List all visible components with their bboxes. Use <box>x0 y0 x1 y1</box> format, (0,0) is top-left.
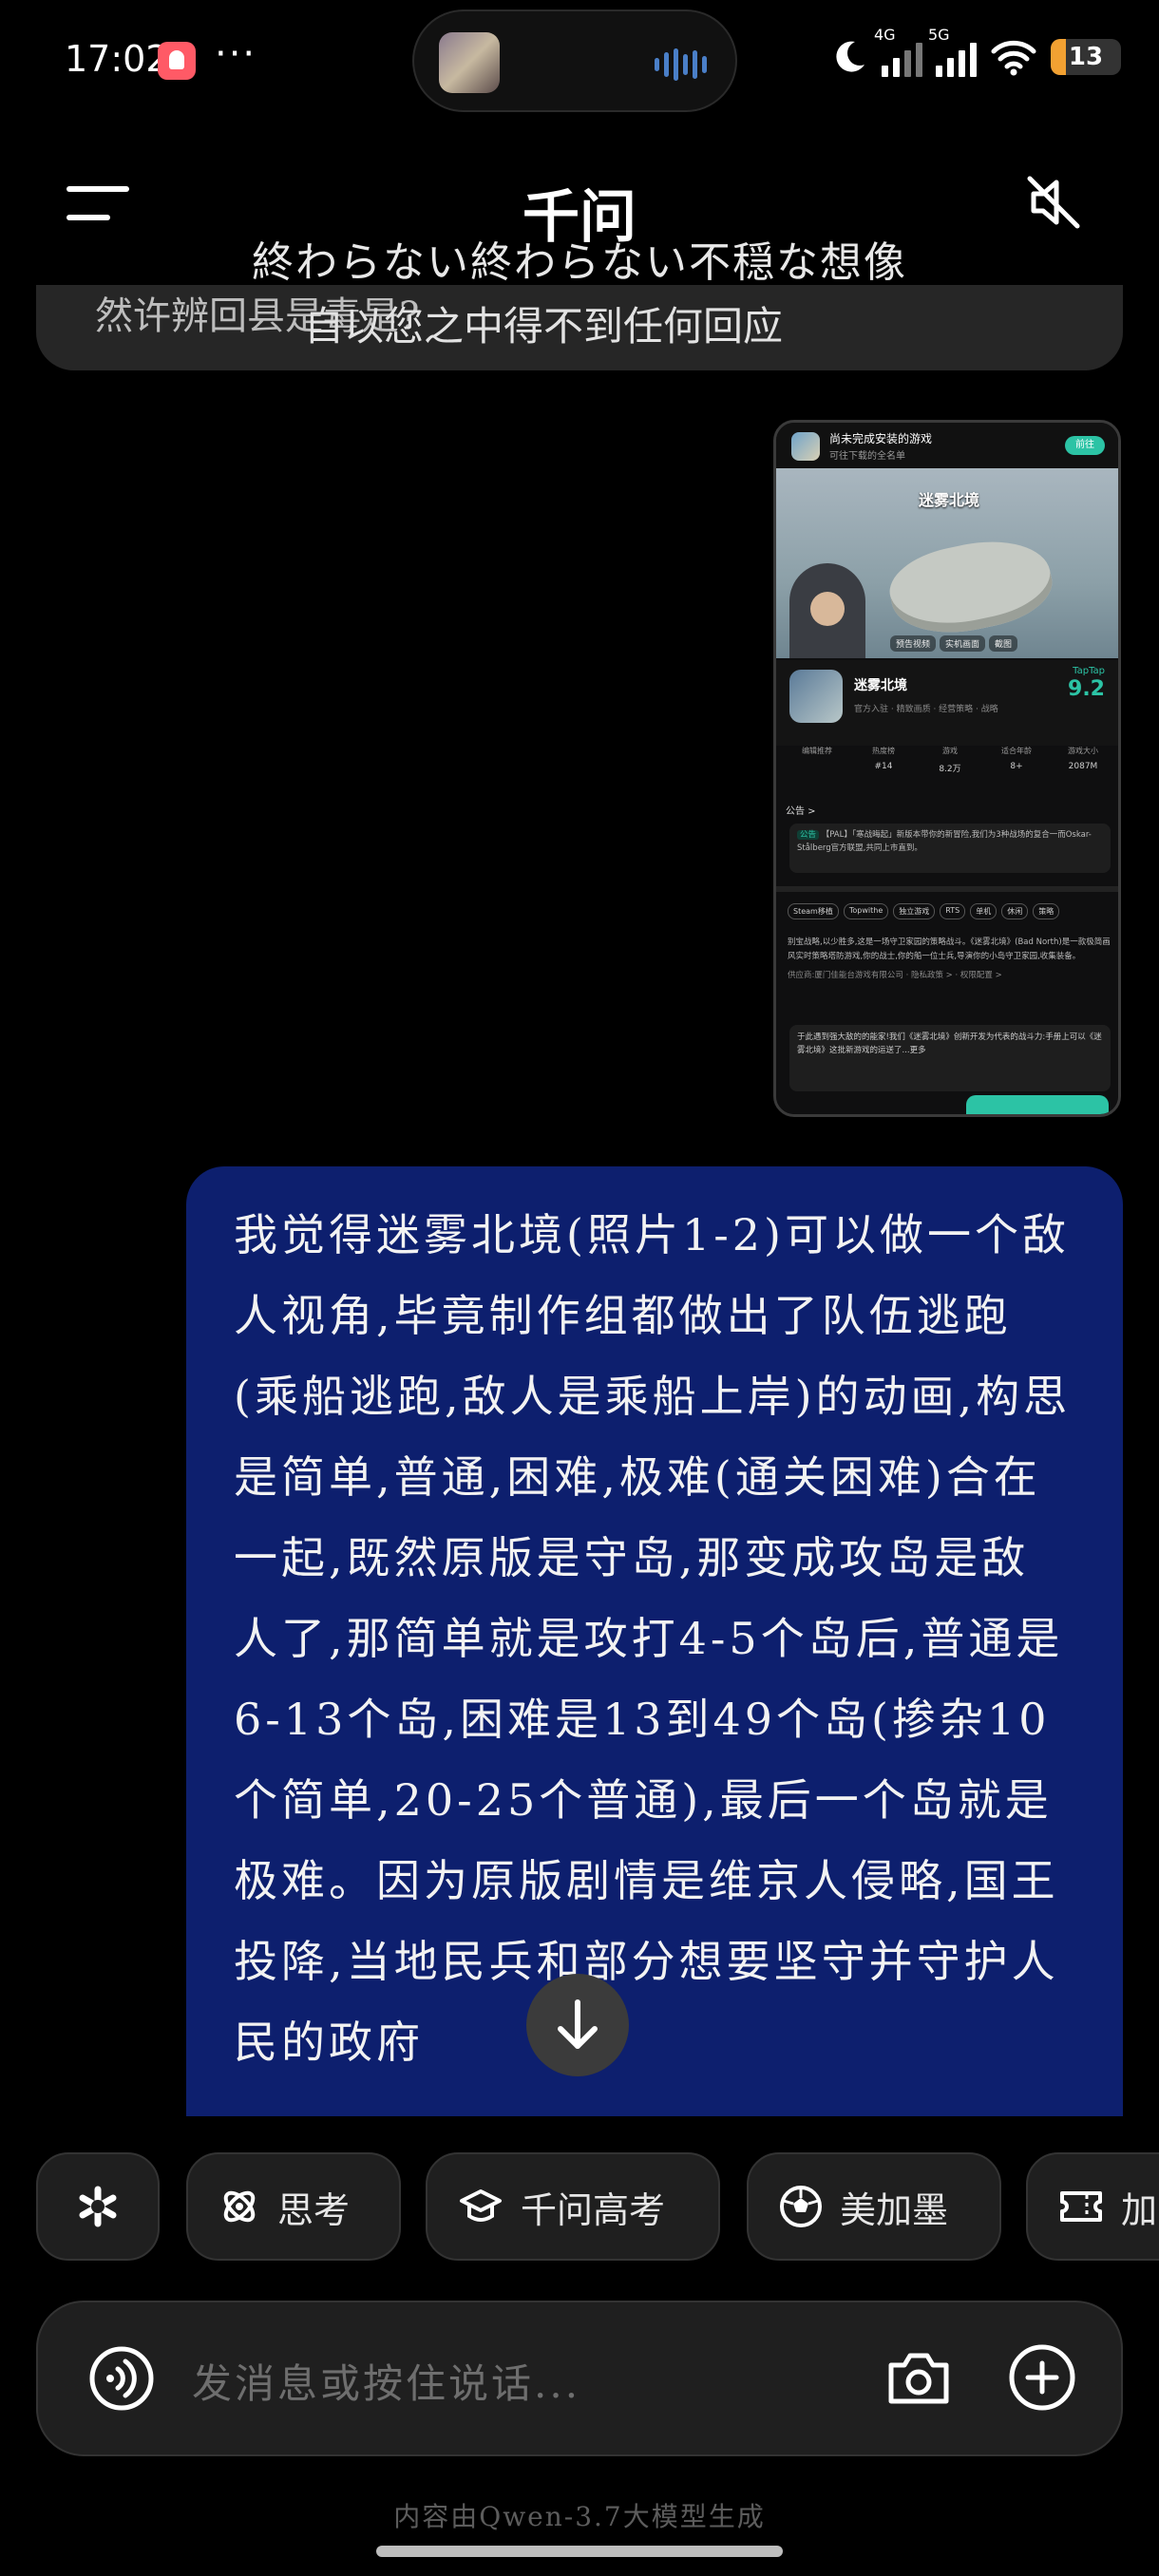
message-input-bar[interactable]: 发消息或按住说话... <box>36 2301 1123 2456</box>
shot-banner-tab: 实机画面 <box>940 635 986 652</box>
home-indicator[interactable] <box>376 2546 783 2557</box>
shot-tag: 休闲 <box>1001 903 1029 919</box>
shot-stat-value: 8.2万 <box>939 765 961 774</box>
quick-action-sparkle[interactable] <box>36 2152 160 2261</box>
signal-5g-icon: 5G <box>928 26 977 77</box>
shot-banner-tab: 预告视频 <box>890 635 937 652</box>
shot-tag: 策略 <box>1033 903 1060 919</box>
status-icons: 4G 5G 13 <box>830 26 1121 85</box>
shot-top-subtitle: 可往下载的全名单 <box>829 451 905 462</box>
shot-score: 9.2 <box>1068 677 1105 701</box>
shot-stat-key: 适合年龄 <box>1001 747 1032 755</box>
shot-stats: 编辑推荐 热度榜 #14 游戏 8.2万 适合年龄 8+ 游戏大小 2087M <box>786 746 1114 787</box>
shot-app-icon <box>791 432 820 461</box>
speaker-mute-icon[interactable] <box>1022 171 1085 234</box>
shot-stat-value: 2087M <box>1068 762 1098 771</box>
quick-action-label: 千问高考 <box>521 2188 666 2231</box>
shot-divider <box>776 886 1118 892</box>
quick-action-think[interactable]: 思考 <box>186 2152 401 2261</box>
voice-input-icon[interactable] <box>87 2344 156 2413</box>
shot-game-meta: 官方入驻 · 精致画质 · 经营策略 · 战略 <box>854 705 998 714</box>
dynamic-island[interactable] <box>412 9 737 112</box>
graduation-cap-icon <box>460 2189 502 2222</box>
quick-action-label: 加 <box>1121 2188 1158 2231</box>
shot-banner-image: 迷雾北境 预告视频 实机画面 截图 <box>776 468 1118 658</box>
more-notifications-icon: ··· <box>215 32 257 76</box>
media-thumbnail <box>439 32 500 93</box>
shot-download-button <box>966 1095 1109 1114</box>
shot-character-illustration <box>789 563 865 658</box>
shot-bottom-bar <box>776 1093 1118 1114</box>
shot-dev-line: 供应商:厦门佳能台游戏有限公司 · 隐私政策 > · 权限配置 > <box>788 970 1002 980</box>
camera-icon[interactable] <box>884 2342 954 2413</box>
audio-wave-icon <box>655 47 707 82</box>
shot-score-label: TapTap <box>1073 666 1105 676</box>
sparkle-icon <box>79 2186 117 2227</box>
status-bar: 17:02 ··· 4G 5G 13 <box>0 0 1159 123</box>
app-notification-icon <box>158 42 196 80</box>
quick-action-gaokao[interactable]: 千问高考 <box>426 2152 720 2261</box>
shot-tag: 独立游戏 <box>893 903 936 919</box>
message-input[interactable]: 发消息或按住说话... <box>192 2352 580 2410</box>
ai-generated-notice: 内容由Qwen-3.7大模型生成 <box>393 2501 766 2532</box>
ticket-icon <box>1060 2191 1102 2222</box>
shot-tag: 单机 <box>970 903 998 919</box>
shot-description-text: 别宝战略,以少胜多,这是一场守卫家园的策略战斗。《迷雾北境》(Bad North… <box>788 938 1111 962</box>
shot-banner-tab: 截图 <box>989 635 1018 652</box>
network-label-4g: 4G <box>874 26 896 44</box>
battery-icon: 13 <box>1051 39 1121 75</box>
shot-island-illustration <box>883 528 1059 646</box>
shot-banner-tabs: 预告视频 实机画面 截图 <box>890 635 1018 652</box>
scroll-to-bottom-button[interactable] <box>526 1974 629 2076</box>
shot-stat: 适合年龄 8+ <box>985 746 1048 787</box>
shot-game-icon <box>789 670 843 723</box>
soccer-ball-icon <box>780 2186 822 2227</box>
shot-tags: Steam移植 Topwithe 独立游戏 RTS 单机 休闲 策略 <box>788 903 1060 919</box>
network-label-5g: 5G <box>928 26 950 44</box>
shot-note-text: 【PAL】「寒战晦起」新版本带你的新冒险,我们为3种战场的复合一而Oskar-S… <box>797 830 1092 853</box>
shot-stat: 游戏 8.2万 <box>919 746 981 787</box>
shot-game-name: 迷雾北境 <box>854 678 907 693</box>
shot-top-bar: 尚未完成安装的游戏 可往下载的全名单 前往 <box>776 423 1118 468</box>
shot-bulletin-note: 公告 【PAL】「寒战晦起」新版本带你的新冒险,我们为3种战场的复合一而Oska… <box>789 824 1111 873</box>
shot-stat-key: 游戏 <box>942 747 958 755</box>
shot-note-tag: 公告 <box>797 830 820 840</box>
signal-4g-icon: 4G <box>874 26 922 77</box>
battery-level: 13 <box>1068 43 1104 71</box>
previous-message-text-2: 自以您之中得不到任何回应 <box>304 303 784 350</box>
shot-tag: RTS <box>940 903 966 919</box>
user-message-bubble[interactable]: 我觉得迷雾北境(照片1-2)可以做一个敌人视角,毕竟制作组都做出了队伍逃跑(乘船… <box>186 1166 1123 2116</box>
shot-bulletin-heading: 公告 > <box>786 806 816 817</box>
quick-action-label: 思考 <box>277 2188 351 2231</box>
think-icon <box>223 2190 256 2223</box>
shot-description: 别宝战略,以少胜多,这是一场守卫家园的策略战斗。《迷雾北境》(Bad North… <box>788 936 1112 983</box>
shot-stat-value: #14 <box>874 762 893 771</box>
shot-stat: 热度榜 #14 <box>852 746 915 787</box>
shot-stat-key: 游戏大小 <box>1068 747 1098 755</box>
video-subtitle: 終わらない終わらない不穏な想像 <box>252 238 907 287</box>
wifi-icon <box>991 40 1036 76</box>
shot-review-card: 于此遇到强大敌的的能家!我们《迷雾北境》创新开发为代表的战斗力:手册上可以《迷雾… <box>789 1025 1111 1091</box>
shot-stat: 编辑推荐 <box>786 746 848 787</box>
quick-action-label: 美加墨 <box>840 2188 949 2231</box>
shot-stat-value: 8+ <box>1010 762 1023 771</box>
status-time: 17:02 <box>65 38 169 80</box>
shot-banner-title: 迷雾北境 <box>919 491 980 509</box>
arrow-down-icon <box>558 1999 598 2049</box>
shot-tag: Steam移植 <box>788 903 839 919</box>
shot-tag: Topwithe <box>843 903 889 919</box>
attached-screenshot[interactable]: 尚未完成安装的游戏 可往下载的全名单 前往 迷雾北境 预告视频 实机画面 截图 … <box>773 420 1121 1117</box>
quick-action-more[interactable]: 加 <box>1026 2152 1159 2261</box>
shot-stat-key: 编辑推荐 <box>802 747 832 755</box>
shot-game-info: 迷雾北境 官方入驻 · 精致画质 · 经营策略 · 战略 TapTap 9.2 <box>776 660 1118 746</box>
add-attachment-icon[interactable] <box>1007 2342 1077 2413</box>
moon-icon <box>836 41 864 72</box>
shot-stat-key: 热度榜 <box>872 747 895 755</box>
user-message-text: 我觉得迷雾北境(照片1-2)可以做一个敌人视角,毕竟制作组都做出了队伍逃跑(乘船… <box>234 1209 1072 2068</box>
shot-open-button: 前往 <box>1065 436 1105 455</box>
shot-top-title: 尚未完成安装的游戏 <box>829 432 933 445</box>
quick-action-world-cup[interactable]: 美加墨 <box>747 2152 1001 2261</box>
shot-stat: 游戏大小 2087M <box>1052 746 1114 787</box>
